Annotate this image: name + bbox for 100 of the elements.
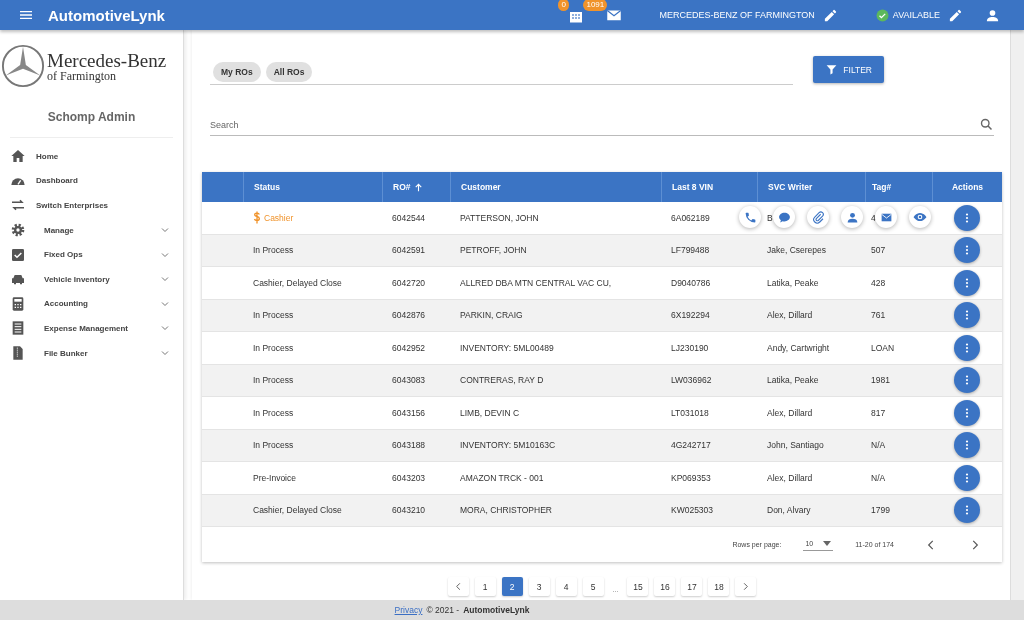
status-text: In Process xyxy=(253,342,294,353)
table-cell: 6X192294 xyxy=(671,310,710,321)
search-field[interactable]: Search xyxy=(210,117,979,132)
table-cell: KP069353 xyxy=(671,472,711,483)
table-cell: 1799 xyxy=(871,505,890,516)
filter-chip[interactable]: My ROs xyxy=(213,62,261,82)
page-button[interactable]: 1 xyxy=(474,577,496,596)
dollar-icon xyxy=(253,210,261,226)
table-cell: ALLRED DBA MTN CENTRAL VAC CU, xyxy=(460,277,612,288)
sidebar-item[interactable]: Manage xyxy=(0,217,183,243)
filter-button[interactable]: FILTER xyxy=(813,56,884,83)
table-cell: 6042952 xyxy=(392,342,426,353)
table-cell: AMAZON TRCK - 001 xyxy=(460,472,544,483)
table-cell: LF799488 xyxy=(671,245,710,256)
notification-badge: 1091 xyxy=(583,0,608,11)
more-actions-button[interactable] xyxy=(954,204,980,231)
page-button[interactable]: 4 xyxy=(555,577,577,596)
page-button[interactable]: 18 xyxy=(708,577,730,596)
table-cell: N/A xyxy=(871,440,886,451)
more-actions-button[interactable] xyxy=(954,367,980,394)
more-actions-button[interactable] xyxy=(954,269,980,296)
funnel-icon xyxy=(825,63,839,76)
attach-button[interactable] xyxy=(807,206,829,228)
table-cell: N/A xyxy=(871,472,886,483)
customer-button[interactable] xyxy=(841,206,863,228)
status-text: Pre-Invoice xyxy=(253,472,296,483)
email-button[interactable] xyxy=(875,206,897,228)
edit-icon[interactable] xyxy=(948,7,963,23)
call-button[interactable] xyxy=(739,206,761,228)
table-cell: MORA, CHRISTOPHER xyxy=(460,505,552,516)
table-cell: Alex, Dillard xyxy=(767,310,813,321)
dealer-logo-subtitle: of Farmington xyxy=(47,69,117,82)
table-cell: 761 xyxy=(871,310,886,321)
dealer-logo-name: Mercedes-Benz xyxy=(47,50,167,70)
table-cell: Alex, Dillard xyxy=(767,472,813,483)
table-cell: Andy, Cartwright xyxy=(767,342,830,353)
settings-icon xyxy=(10,222,26,239)
table-cell: INVENTORY: 5M10163C xyxy=(460,440,556,451)
search-icon[interactable] xyxy=(979,117,994,132)
sort-up-icon xyxy=(413,181,425,193)
table-cell: 6042720 xyxy=(392,277,426,288)
table-cell: 1981 xyxy=(871,375,890,386)
table-cell: KW025303 xyxy=(671,505,714,516)
sidebar-item[interactable]: File Bunker xyxy=(0,340,183,366)
table-cell: Jake, Cserepes xyxy=(767,245,827,256)
dealer-name: MERCEDES-BENZ OF FARMINGTON xyxy=(659,10,815,20)
table-cell: 6043083 xyxy=(392,375,426,386)
scrollbar[interactable] xyxy=(1010,30,1024,600)
table-cell: 6A062189 xyxy=(671,212,710,223)
sidebar-item[interactable]: Accounting xyxy=(0,291,183,317)
privacy-link[interactable]: Privacy xyxy=(394,605,423,615)
sidebar-item[interactable]: Fixed Ops xyxy=(0,242,183,267)
table-cell: 6043188 xyxy=(392,440,426,451)
filter-chip[interactable]: All ROs xyxy=(265,62,313,82)
chat-button[interactable] xyxy=(773,206,795,228)
more-actions-button[interactable] xyxy=(954,237,980,264)
sidebar-item[interactable]: Expense Management xyxy=(0,316,183,341)
status-text: In Process xyxy=(253,440,294,451)
status-text: Cashier, Delayed Close xyxy=(253,277,342,288)
star-emblem-icon xyxy=(1,44,45,88)
app-title: AutomotiveLynk xyxy=(48,6,165,24)
notification-badge: 0 xyxy=(558,0,569,11)
page-button[interactable]: 2 xyxy=(501,577,523,596)
table-cell: 6043203 xyxy=(392,472,426,483)
table-cell: PARKIN, CRAIG xyxy=(460,310,523,321)
table-cell: PETROFF, JOHN xyxy=(460,245,527,256)
sidebar-item[interactable]: Switch Enterprises xyxy=(0,193,183,218)
calculator-icon xyxy=(10,295,26,312)
page-button[interactable]: 17 xyxy=(681,577,703,596)
table-cell: 6043210 xyxy=(392,505,426,516)
paperclip-icon xyxy=(811,210,825,224)
status-text: In Process xyxy=(253,310,294,321)
sidebar-item[interactable]: Vehicle Inventory xyxy=(0,266,183,292)
view-button[interactable] xyxy=(909,206,931,228)
more-actions-button[interactable] xyxy=(954,302,980,329)
page-button[interactable]: 16 xyxy=(654,577,676,596)
eye-icon xyxy=(913,210,927,224)
table-cell: 507 xyxy=(871,245,886,256)
page-button[interactable]: 3 xyxy=(528,577,550,596)
table-cell: Don, Alvary xyxy=(767,505,811,516)
page-button[interactable]: 5 xyxy=(582,577,604,596)
table-cell: 6043156 xyxy=(392,407,426,418)
more-actions-button[interactable] xyxy=(954,334,980,361)
more-actions-button[interactable] xyxy=(954,399,980,426)
dropdown-caret-icon xyxy=(823,541,832,546)
more-actions-button[interactable] xyxy=(954,497,980,524)
status-text: In Process xyxy=(253,407,294,418)
phone-icon xyxy=(743,210,757,224)
more-actions-button[interactable] xyxy=(954,432,980,459)
sidebar-item[interactable]: Home xyxy=(0,144,183,169)
page-button[interactable]: 15 xyxy=(627,577,649,596)
user-icon[interactable] xyxy=(985,7,1000,23)
sidebar-item[interactable]: Dashboard xyxy=(0,168,183,194)
table-cell: John, Santiago xyxy=(767,440,824,451)
edit-icon[interactable] xyxy=(822,7,838,23)
table-cell: 6042591 xyxy=(392,245,426,256)
status-text: In Process xyxy=(253,375,294,386)
availability-status: AVAILABLE xyxy=(892,10,940,20)
table-cell: LIMB, DEVIN C xyxy=(460,407,520,418)
more-actions-button[interactable] xyxy=(954,464,980,491)
